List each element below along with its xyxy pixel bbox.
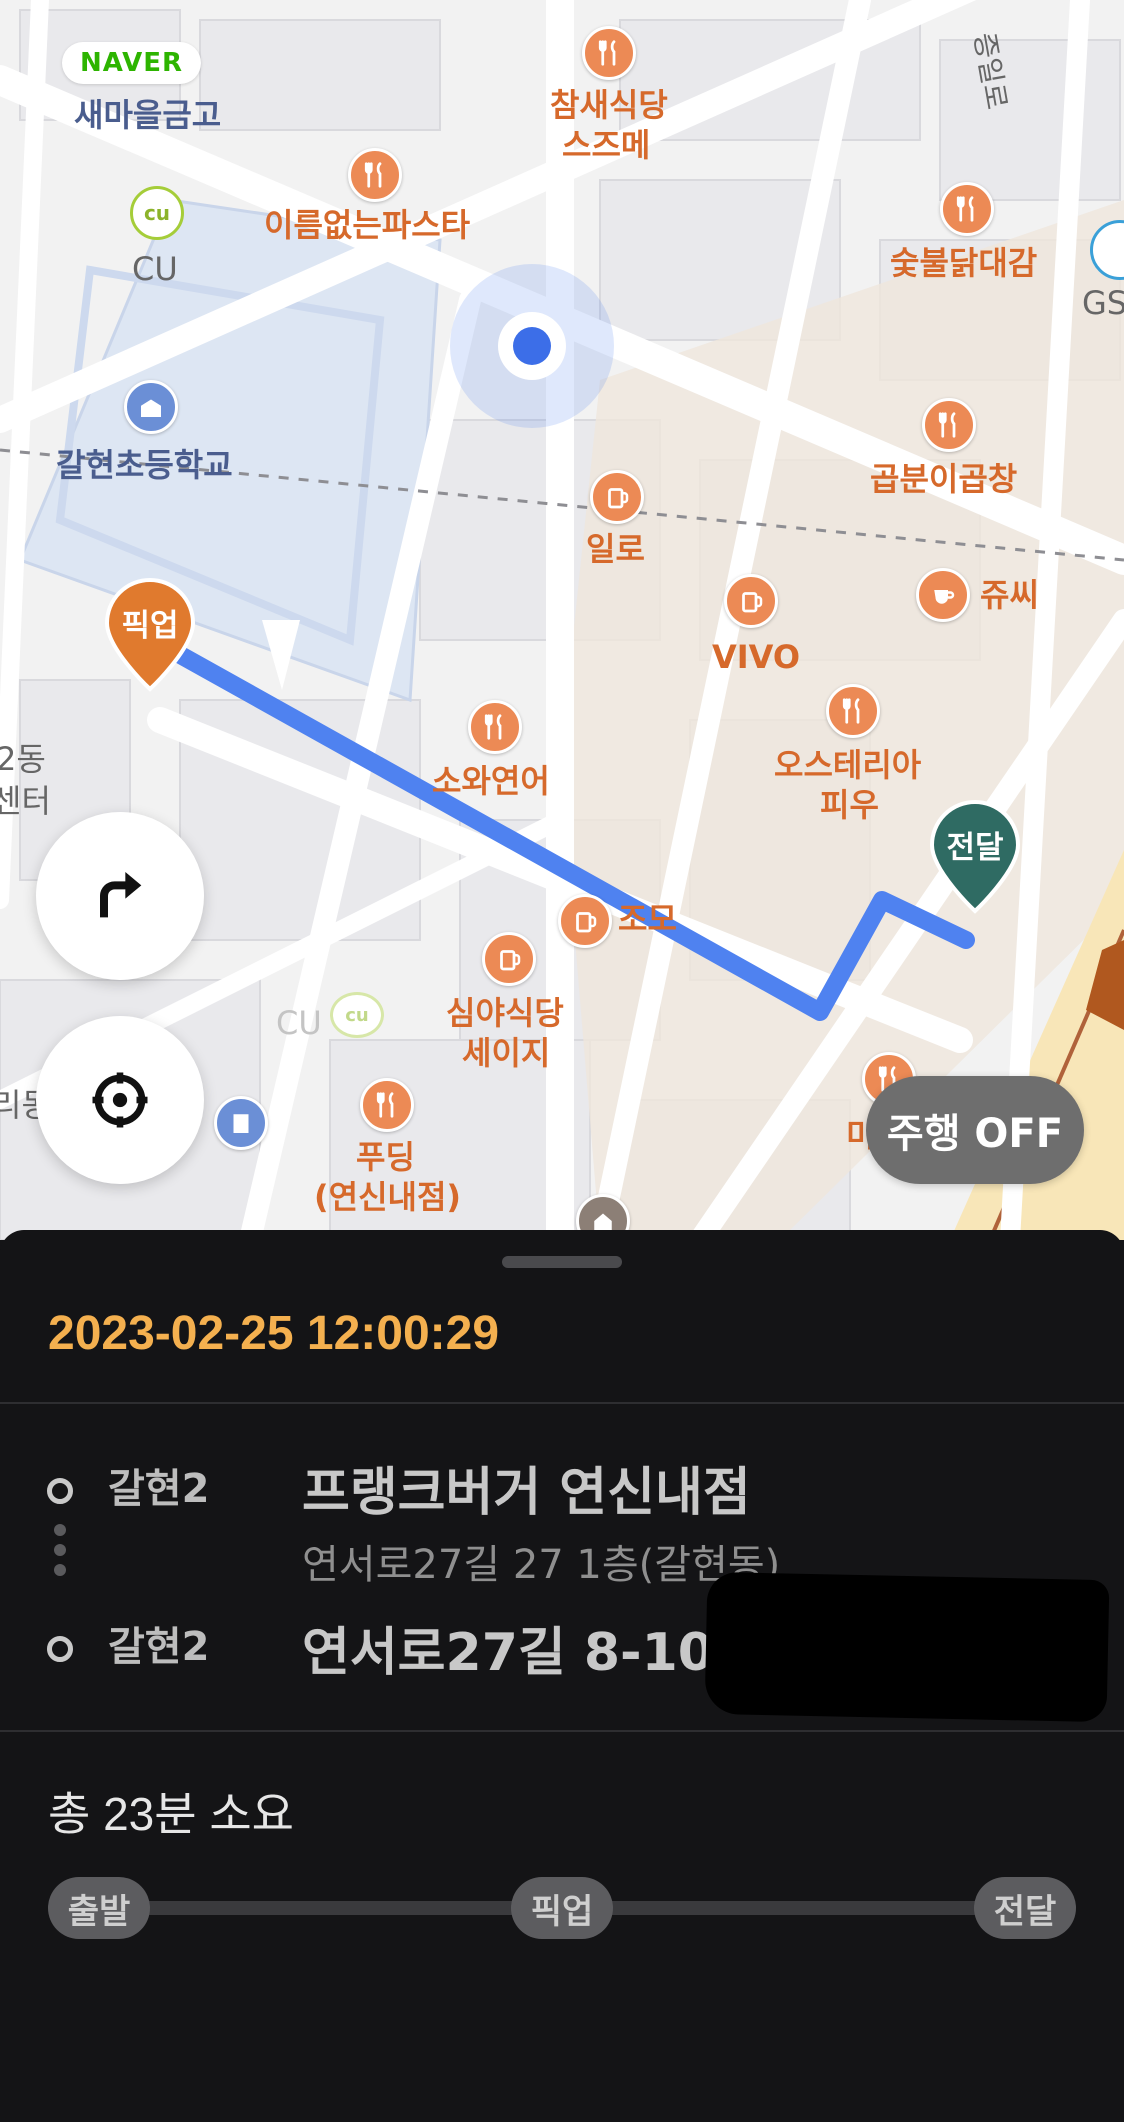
fork-knife-icon	[376, 1092, 394, 1118]
restaurant-icon[interactable]	[940, 182, 994, 236]
pickup-store-name: 프랭크버거 연신내점	[302, 1463, 751, 1523]
beer-mug-icon	[742, 592, 763, 613]
pickup-pin[interactable]: 픽업	[103, 576, 197, 696]
pickup-dot-icon	[47, 1478, 73, 1504]
route-connector-dot	[54, 1524, 66, 1536]
map-view[interactable]: NAVER cu cu 새마을금고 CU 참새식당 스즈메 이름없는파스타 숯불…	[0, 0, 1124, 1240]
pickup-pin-label: 픽업	[121, 608, 179, 644]
place-label[interactable]: 이름없는파스타	[264, 206, 470, 244]
cu-store-icon[interactable]: cu	[330, 992, 384, 1038]
school-building-icon	[141, 399, 161, 417]
beer-mug-icon	[576, 912, 597, 933]
pickup-address: 연서로27길 27 1층(갈현동)	[302, 1542, 781, 1588]
delivery-dot-icon	[47, 1636, 73, 1662]
place-label[interactable]: 새마을금고	[74, 96, 221, 134]
place-label[interactable]: 푸딩	[356, 1138, 415, 1176]
place-label[interactable]: (연신내점)	[314, 1178, 461, 1216]
fork-knife-icon	[364, 162, 382, 188]
pub-icon[interactable]	[482, 932, 536, 986]
place-label[interactable]: 센터	[0, 782, 51, 820]
beer-mug-icon	[500, 950, 521, 971]
order-detail-sheet: 2023-02-25 12:00:29 갈현2 프랭크버거 연신내점 연서로27…	[0, 1230, 1124, 2122]
fork-knife-icon	[484, 714, 502, 740]
place-label[interactable]: VIVO	[712, 638, 800, 676]
total-time: 총 23분 소요	[48, 1788, 295, 1840]
fork-knife-icon	[938, 412, 956, 438]
place-label[interactable]: GS	[1082, 284, 1124, 322]
place-label[interactable]: 스즈메	[562, 126, 650, 164]
divider	[0, 1730, 1124, 1732]
pub-icon[interactable]	[590, 470, 644, 524]
restaurant-icon[interactable]	[348, 148, 402, 202]
pub-icon[interactable]	[724, 574, 778, 628]
cafe-icon[interactable]	[916, 568, 970, 622]
fork-knife-icon	[842, 698, 860, 724]
place-label[interactable]: CU	[132, 250, 178, 288]
route-connector-dot	[54, 1564, 66, 1576]
place-label[interactable]: 오스테리아	[774, 746, 921, 784]
place-label[interactable]: 피우	[820, 786, 879, 824]
place-label[interactable]: 일로	[586, 530, 645, 568]
order-datetime: 2023-02-25 12:00:29	[48, 1307, 500, 1360]
beer-mug-icon	[608, 488, 629, 509]
fork-knife-icon	[956, 196, 974, 222]
pub-icon[interactable]	[558, 894, 612, 948]
restaurant-icon[interactable]	[360, 1078, 414, 1132]
place-label[interactable]: 2동	[0, 740, 46, 778]
place-label[interactable]: 세이지	[462, 1034, 550, 1072]
naver-logo: NAVER	[62, 42, 202, 84]
crosshair-icon	[92, 1072, 148, 1128]
drive-mode-toggle[interactable]: 주행 OFF	[866, 1076, 1084, 1184]
restaurant-icon[interactable]	[468, 700, 522, 754]
turn-right-arrow-icon	[100, 872, 142, 918]
place-label[interactable]: CU	[276, 1004, 322, 1042]
locate-me-button[interactable]	[36, 1016, 204, 1184]
place-label[interactable]: 곱분이곱창	[870, 460, 1017, 498]
place-label[interactable]: 참새식당	[550, 86, 668, 124]
delivery-address: 연서로27길 8-10	[302, 1623, 714, 1683]
cu-store-icon[interactable]: cu	[130, 186, 184, 240]
delivery-pin[interactable]: 전달	[928, 798, 1022, 918]
place-label[interactable]: 소와연어	[432, 762, 550, 800]
place-label[interactable]: 쥬씨	[980, 576, 1039, 614]
pickup-area: 갈현2	[108, 1466, 210, 1512]
redaction-mark	[704, 1571, 1110, 1723]
place-label[interactable]: 심야식당	[446, 994, 564, 1032]
step-start: 출발	[48, 1877, 150, 1939]
school-icon[interactable]	[124, 380, 178, 434]
coffee-cup-icon	[934, 590, 955, 604]
place-label[interactable]: 숯불닭대감	[890, 244, 1037, 282]
office-icon[interactable]	[214, 1096, 268, 1150]
delivery-pin-label: 전달	[946, 830, 1004, 866]
sheet-drag-handle[interactable]	[502, 1256, 622, 1268]
restaurant-icon[interactable]	[922, 398, 976, 452]
place-label[interactable]: 조모	[618, 900, 677, 938]
step-pickup: 픽업	[511, 1877, 613, 1939]
building-icon	[233, 1114, 249, 1133]
place-label[interactable]: 갈현초등학교	[56, 446, 233, 484]
delivery-area: 갈현2	[108, 1624, 210, 1670]
restaurant-icon[interactable]	[826, 684, 880, 738]
directions-button[interactable]	[36, 812, 204, 980]
restaurant-icon[interactable]	[582, 26, 636, 80]
divider	[0, 1402, 1124, 1404]
step-delivery: 전달	[974, 1877, 1076, 1939]
route-connector-dot	[54, 1544, 66, 1556]
fork-knife-icon	[598, 40, 616, 66]
